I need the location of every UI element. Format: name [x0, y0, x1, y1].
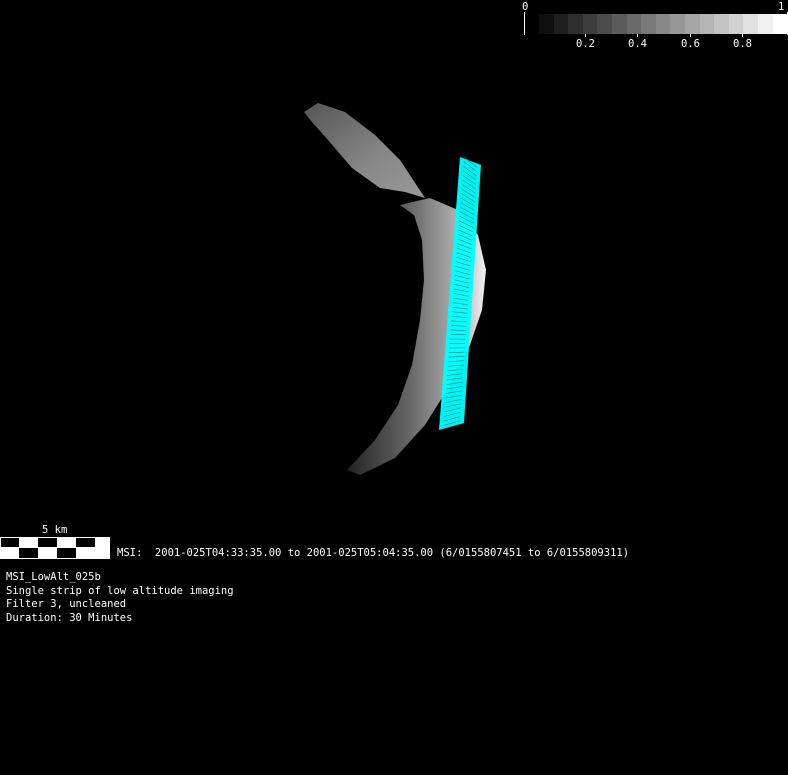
colorbar-step: [597, 14, 612, 34]
observation-time-range: MSI: 2001-025T04:33:35.00 to 2001-025T05…: [117, 547, 630, 559]
info-description: Single strip of low altitude imaging: [6, 585, 234, 597]
info-filter: Filter 3, uncleaned: [6, 598, 127, 610]
colorbar-min-label: 0: [522, 1, 529, 13]
colorbar-gradient: [539, 14, 788, 34]
colorbar-step: [714, 14, 729, 34]
colorbar-step: [568, 14, 583, 34]
colorbar-min-tick: [524, 12, 525, 35]
colorbar-step: [582, 14, 598, 34]
colorbar-tick: [585, 34, 586, 37]
colorbar-step: [655, 14, 671, 34]
colorbar-step: [539, 14, 554, 34]
colorbar-tick: [690, 34, 691, 37]
colorbar-step: [553, 14, 569, 34]
scale-bar-label: 5 km: [42, 524, 68, 536]
colorbar-step: [641, 14, 656, 34]
info-name: MSI_LowAlt_025b: [6, 571, 101, 583]
colorbar-step: [757, 14, 773, 34]
colorbar-step: [611, 14, 627, 34]
colorbar-tick: [637, 34, 638, 37]
colorbar-step: [626, 14, 642, 34]
colorbar-step: [728, 14, 744, 34]
colorbar-step: [772, 14, 788, 34]
colorbar-tick-label: 0.6: [681, 38, 700, 50]
colorbar-step: [743, 14, 758, 34]
colorbar-tick-label: 0.4: [628, 38, 647, 50]
scale-bar-checker: [0, 537, 110, 559]
colorbar-tick-label: 0.8: [733, 38, 752, 50]
colorbar-max-label: 1: [778, 1, 785, 13]
colorbar-step: [684, 14, 700, 34]
render-view[interactable]: [0, 0, 788, 775]
colorbar-step: [670, 14, 685, 34]
colorbar-tick-label: 0.2: [576, 38, 595, 50]
info-duration: Duration: 30 Minutes: [6, 612, 133, 624]
colorbar-tick: [742, 34, 743, 37]
asteroid-upper-lobe: [304, 103, 425, 198]
colorbar-step: [699, 14, 715, 34]
